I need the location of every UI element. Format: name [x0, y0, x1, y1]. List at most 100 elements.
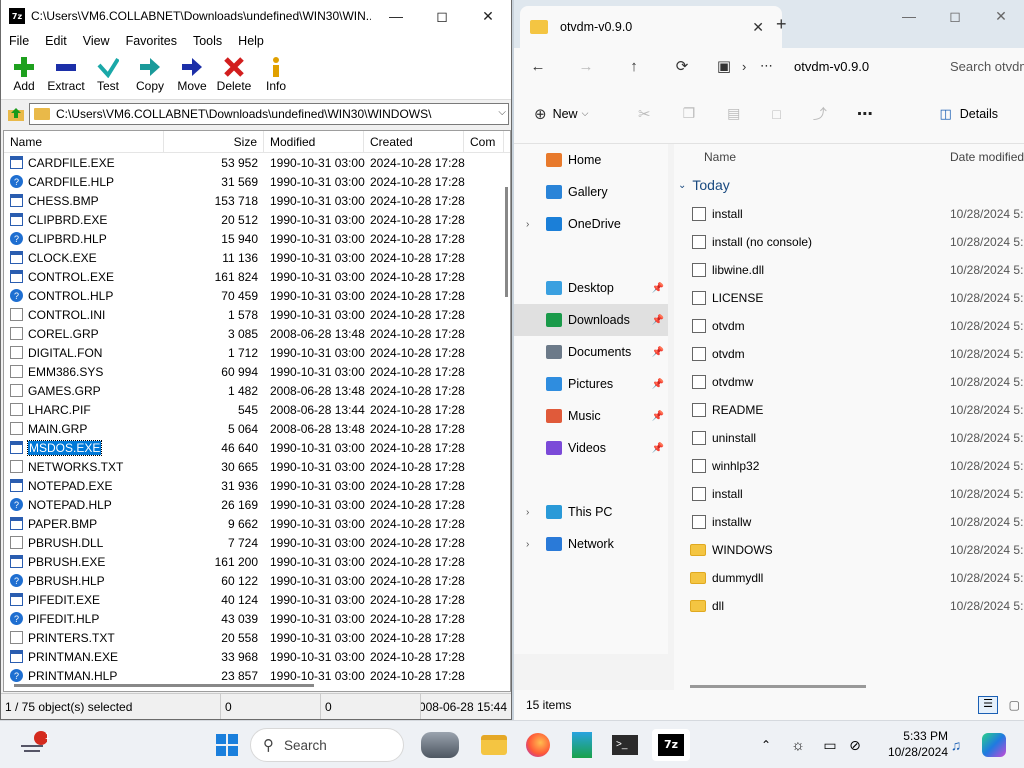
table-row[interactable]: MAIN.GRP 5 064 2008-06-28 13:48 2024-10-28 …	[4, 419, 510, 438]
breadcrumb-current[interactable]: otvdm-v0.9.0	[794, 59, 914, 74]
path-input[interactable]: C:\Users\VM6.COLLABNET\Downloads\undefin…	[29, 103, 509, 125]
paste-icon[interactable]: ▤	[727, 105, 740, 122]
list-item[interactable]: winhlp32 10/28/2024 5:	[674, 452, 1024, 480]
nav-item-this-pc[interactable]: › This PC	[514, 496, 668, 528]
taskbar-search[interactable]: ⚲ Search	[250, 728, 404, 762]
col-date-modified[interactable]: Date modified	[950, 150, 1024, 164]
table-row[interactable]: GAMES.GRP 1 482 2008-06-28 13:48 2024-10-28…	[4, 381, 510, 400]
table-row[interactable]: ? CONTROL.HLP 70 459 1990-10-31 03:00 2024-1…	[4, 286, 510, 305]
notification-bell-icon[interactable]: ♫	[946, 729, 966, 761]
col-name[interactable]: Name	[4, 131, 164, 152]
list-item[interactable]: otvdm 10/28/2024 5:	[674, 340, 1024, 368]
table-row[interactable]: CLIPBRD.EXE 20 512 1990-10-31 03:00 2024-10…	[4, 210, 510, 229]
col-modified[interactable]: Modified	[264, 131, 364, 152]
list-item[interactable]: WINDOWS 10/28/2024 5:	[674, 536, 1024, 564]
table-row[interactable]: PBRUSH.EXE 161 200 1990-10-31 03:00 2024-10…	[4, 552, 510, 571]
table-row[interactable]: ? PBRUSH.HLP 60 122 1990-10-31 03:00 2024-10…	[4, 571, 510, 590]
menu-edit[interactable]: Edit	[37, 32, 75, 52]
table-row[interactable]: COREL.GRP 3 085 2008-06-28 13:48 2024-10-28…	[4, 324, 510, 343]
table-row[interactable]: LHARC.PIF 545 2008-06-28 13:44 2024-10-28 1…	[4, 400, 510, 419]
tiles-view-icon[interactable]: ▢	[1009, 698, 1020, 712]
table-row[interactable]: ? PRINTMAN.HLP 23 857 1990-10-31 03:00 2024-…	[4, 666, 510, 685]
table-row[interactable]: ? PIFEDIT.HLP 43 039 1990-10-31 03:00 2024-1…	[4, 609, 510, 628]
list-item[interactable]: install (no console) 10/28/2024 5:	[674, 228, 1024, 256]
new-button[interactable]: ⊕ New ⌵	[534, 105, 614, 123]
nav-item-documents[interactable]: Documents 📌	[514, 336, 668, 368]
copy-button[interactable]: Copy	[129, 52, 171, 99]
widgets-button[interactable]: 1	[14, 729, 50, 761]
list-item[interactable]: README 10/28/2024 5:	[674, 396, 1024, 424]
terminal-icon[interactable]: >_	[608, 729, 642, 761]
list-item[interactable]: otvdm 10/28/2024 5:	[674, 312, 1024, 340]
winhlp-icon[interactable]	[566, 729, 598, 761]
computer-icon[interactable]: ▣	[706, 57, 742, 75]
explorer-hscroll[interactable]	[690, 685, 866, 688]
search-input[interactable]: Search otvdm	[950, 59, 1024, 74]
up-button[interactable]: ↑	[610, 58, 658, 75]
delete-button[interactable]: Delete	[213, 52, 255, 99]
more-options-icon[interactable]: ⋯	[857, 104, 873, 124]
nav-item-home[interactable]: Home	[514, 144, 668, 176]
list-item[interactable]: otvdmw 10/28/2024 5:	[674, 368, 1024, 396]
file-explorer-taskbar-icon[interactable]	[478, 729, 510, 761]
back-button[interactable]: ←	[514, 58, 562, 75]
list-item[interactable]: installw 10/28/2024 5:	[674, 508, 1024, 536]
nav-item-desktop[interactable]: Desktop 📌	[514, 272, 668, 304]
show-hidden-icons-icon[interactable]: ⌃	[756, 729, 776, 761]
table-row[interactable]: CHESS.BMP 153 718 1990-10-31 03:00 2024-10-…	[4, 191, 510, 210]
tab-close-icon[interactable]: ✕	[752, 19, 764, 36]
minimize-button[interactable]: —	[373, 0, 419, 32]
copilot-icon[interactable]	[980, 729, 1008, 761]
details-view-icon[interactable]: ☰	[978, 696, 998, 714]
search-highlight-image[interactable]	[420, 729, 460, 761]
nav-item-pictures[interactable]: Pictures 📌	[514, 368, 668, 400]
volume-icon[interactable]: ⊘	[844, 729, 866, 761]
forward-button[interactable]: →	[562, 58, 610, 75]
start-button[interactable]	[210, 729, 244, 761]
sevenzip-taskbar-icon[interactable]: 7z	[652, 729, 690, 761]
up-folder-button[interactable]	[3, 103, 29, 125]
display-icon[interactable]: ▭	[818, 729, 842, 761]
table-row[interactable]: PBRUSH.DLL 7 724 1990-10-31 03:00 2024-10-2…	[4, 533, 510, 552]
table-row[interactable]: CARDFILE.EXE 53 952 1990-10-31 03:00 2024-1…	[4, 153, 510, 172]
chevron-right-icon[interactable]: ›	[526, 539, 529, 550]
table-row[interactable]: PRINTMAN.EXE 33 968 1990-10-31 03:00 2024-1…	[4, 647, 510, 666]
breadcrumb-more-button[interactable]: ⋯	[760, 58, 794, 74]
maximize-button[interactable]: ◻	[419, 0, 465, 32]
table-row[interactable]: EMM386.SYS 60 994 1990-10-31 03:00 2024-10-…	[4, 362, 510, 381]
explorer-maximize-button[interactable]: ◻	[932, 0, 978, 32]
table-row[interactable]: ? NOTEPAD.HLP 26 169 1990-10-31 03:00 2024-1…	[4, 495, 510, 514]
list-item[interactable]: install 10/28/2024 5:	[674, 480, 1024, 508]
table-row[interactable]: CONTROL.INI 1 578 1990-10-31 03:00 2024-10-…	[4, 305, 510, 324]
network-status-icon[interactable]: ☼	[786, 729, 810, 761]
nav-item-network[interactable]: › Network	[514, 528, 668, 560]
table-row[interactable]: MSDOS.EXE 46 640 1990-10-31 03:00 2024-10-2…	[4, 438, 510, 457]
nav-item-music[interactable]: Music 📌	[514, 400, 668, 432]
nav-item-videos[interactable]: Videos 📌	[514, 432, 668, 464]
firefox-icon[interactable]	[522, 729, 554, 761]
nav-item-onedrive[interactable]: › OneDrive	[514, 208, 668, 240]
tab-otvdm[interactable]: otvdm-v0.9.0 ✕	[520, 6, 782, 48]
group-header[interactable]: ⌄ Today	[674, 170, 1024, 200]
explorer-minimize-button[interactable]: —	[886, 0, 932, 32]
extract-button[interactable]: Extract	[45, 52, 87, 99]
table-row[interactable]: PRINTERS.TXT 20 558 1990-10-31 03:00 2024-1…	[4, 628, 510, 647]
table-row[interactable]: NOTEPAD.EXE 31 936 1990-10-31 03:00 2024-10…	[4, 476, 510, 495]
cut-icon[interactable]: ✂	[638, 105, 651, 123]
table-row[interactable]: CLOCK.EXE 11 136 1990-10-31 03:00 2024-10-2…	[4, 248, 510, 267]
horizontal-scrollbar[interactable]	[14, 684, 314, 687]
list-item[interactable]: uninstall 10/28/2024 5:	[674, 424, 1024, 452]
list-item[interactable]: libwine.dll 10/28/2024 5:	[674, 256, 1024, 284]
nav-item-gallery[interactable]: Gallery	[514, 176, 668, 208]
sevenzip-titlebar[interactable]: 7z C:\Users\VM6.COLLABNET\Downloads\unde…	[1, 0, 511, 32]
table-row[interactable]: PIFEDIT.EXE 40 124 1990-10-31 03:00 2024-10…	[4, 590, 510, 609]
col-comment[interactable]: Com	[464, 131, 504, 152]
col-size[interactable]: Size	[164, 131, 264, 152]
rename-icon[interactable]: □	[772, 106, 780, 122]
table-row[interactable]: CONTROL.EXE 161 824 1990-10-31 03:00 2024-1…	[4, 267, 510, 286]
table-row[interactable]: PAPER.BMP 9 662 1990-10-31 03:00 2024-10-28…	[4, 514, 510, 533]
chevron-right-icon[interactable]: ›	[526, 219, 529, 230]
menu-tools[interactable]: Tools	[185, 32, 230, 52]
nav-item-downloads[interactable]: Downloads 📌	[514, 304, 668, 336]
details-button[interactable]: ◫ Details	[939, 106, 998, 122]
